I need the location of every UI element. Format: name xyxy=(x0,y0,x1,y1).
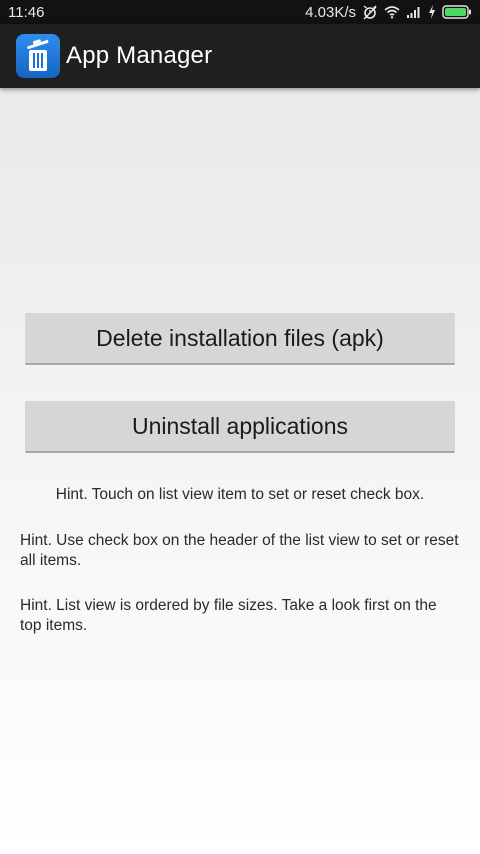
battery-icon xyxy=(442,5,472,19)
charging-icon xyxy=(428,5,436,19)
hint-file-size-order: Hint. List view is ordered by file sizes… xyxy=(20,597,437,634)
app-bar: App Manager xyxy=(0,24,480,88)
main-content: Delete installation files (apk) Uninstal… xyxy=(0,88,480,854)
trash-can-icon xyxy=(16,34,60,78)
hint-touch-item: Hint. Touch on list view item to set or … xyxy=(55,486,425,503)
app-title: App Manager xyxy=(66,42,213,69)
status-time: 11:46 xyxy=(8,3,45,21)
hint-header-checkbox: Hint. Use check box on the header of the… xyxy=(20,532,459,569)
delete-apk-button[interactable]: Delete installation files (apk) xyxy=(25,313,455,365)
status-bar: 11:46 4.03K/s xyxy=(0,0,480,24)
status-indicators: 4.03K/s xyxy=(305,4,472,21)
uninstall-applications-button[interactable]: Uninstall applications xyxy=(25,401,455,453)
alarm-off-icon xyxy=(362,4,378,20)
wifi-icon xyxy=(384,5,400,19)
network-speed: 4.03K/s xyxy=(305,3,356,21)
signal-icon xyxy=(406,5,422,19)
